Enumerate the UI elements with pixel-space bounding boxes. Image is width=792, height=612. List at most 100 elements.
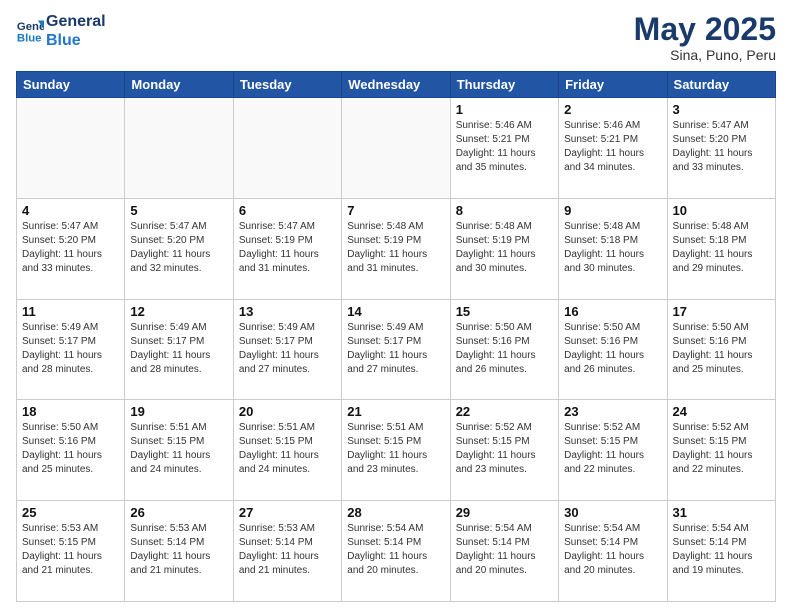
day-number: 18 <box>22 404 119 419</box>
weekday-header-tuesday: Tuesday <box>233 72 341 98</box>
day-info: Sunrise: 5:54 AM Sunset: 5:14 PM Dayligh… <box>347 522 444 578</box>
day-info: Sunrise: 5:51 AM Sunset: 5:15 PM Dayligh… <box>130 421 227 477</box>
calendar-cell: 7 Sunrise: 5:48 AM Sunset: 5:19 PM Daylig… <box>342 198 450 299</box>
logo-general: General <box>46 12 106 31</box>
calendar-cell <box>17 98 125 199</box>
day-number: 8 <box>456 203 553 218</box>
day-info: Sunrise: 5:52 AM Sunset: 5:15 PM Dayligh… <box>564 421 661 477</box>
calendar-cell: 20 Sunrise: 5:51 AM Sunset: 5:15 PM Dayli… <box>233 400 341 501</box>
day-info: Sunrise: 5:51 AM Sunset: 5:15 PM Dayligh… <box>239 421 336 477</box>
calendar-cell: 14Sunrise: 5:49 AM Sunset: 5:17 PM Dayli… <box>342 299 450 400</box>
day-info: Sunrise: 5:54 AM Sunset: 5:14 PM Dayligh… <box>564 522 661 578</box>
weekday-header-monday: Monday <box>125 72 233 98</box>
logo-blue: Blue <box>46 31 106 50</box>
day-info: Sunrise: 5:49 AM Sunset: 5:17 PM Dayligh… <box>239 321 336 377</box>
day-info: Sunrise: 5:52 AM Sunset: 5:15 PM Dayligh… <box>673 421 770 477</box>
calendar-cell: 17Sunrise: 5:50 AM Sunset: 5:16 PM Dayli… <box>667 299 775 400</box>
weekday-header-row: SundayMondayTuesdayWednesdayThursdayFrid… <box>17 72 776 98</box>
day-number: 13 <box>239 304 336 319</box>
week-row-5: 25 Sunrise: 5:53 AM Sunset: 5:15 PM Dayli… <box>17 501 776 602</box>
day-number: 16 <box>564 304 661 319</box>
logo-icon: General Blue <box>16 17 44 45</box>
day-info: Sunrise: 5:47 AM Sunset: 5:20 PM Dayligh… <box>673 119 770 175</box>
day-info: Sunrise: 5:46 AM Sunset: 5:21 PM Dayligh… <box>456 119 553 175</box>
day-info: Sunrise: 5:53 AM Sunset: 5:14 PM Dayligh… <box>130 522 227 578</box>
day-number: 19 <box>130 404 227 419</box>
week-row-1: 1Sunrise: 5:46 AM Sunset: 5:21 PM Daylig… <box>17 98 776 199</box>
day-info: Sunrise: 5:53 AM Sunset: 5:15 PM Dayligh… <box>22 522 119 578</box>
svg-text:Blue: Blue <box>17 33 42 45</box>
calendar-cell: 12 Sunrise: 5:49 AM Sunset: 5:17 PM Dayli… <box>125 299 233 400</box>
weekday-header-saturday: Saturday <box>667 72 775 98</box>
calendar-cell: 27 Sunrise: 5:53 AM Sunset: 5:14 PM Dayli… <box>233 501 341 602</box>
day-info: Sunrise: 5:49 AM Sunset: 5:17 PM Dayligh… <box>130 321 227 377</box>
calendar-cell: 11 Sunrise: 5:49 AM Sunset: 5:17 PM Dayli… <box>17 299 125 400</box>
calendar-cell: 23 Sunrise: 5:52 AM Sunset: 5:15 PM Dayli… <box>559 400 667 501</box>
day-number: 22 <box>456 404 553 419</box>
week-row-3: 11 Sunrise: 5:49 AM Sunset: 5:17 PM Dayli… <box>17 299 776 400</box>
weekday-header-friday: Friday <box>559 72 667 98</box>
calendar-cell: 6 Sunrise: 5:47 AM Sunset: 5:19 PM Daylig… <box>233 198 341 299</box>
calendar-cell: 4Sunrise: 5:47 AM Sunset: 5:20 PM Daylig… <box>17 198 125 299</box>
day-number: 10 <box>673 203 770 218</box>
day-number: 15 <box>456 304 553 319</box>
day-number: 6 <box>239 203 336 218</box>
day-info: Sunrise: 5:48 AM Sunset: 5:18 PM Dayligh… <box>673 220 770 276</box>
calendar-cell <box>233 98 341 199</box>
day-number: 7 <box>347 203 444 218</box>
calendar-cell: 5Sunrise: 5:47 AM Sunset: 5:20 PM Daylig… <box>125 198 233 299</box>
day-info: Sunrise: 5:54 AM Sunset: 5:14 PM Dayligh… <box>673 522 770 578</box>
day-info: Sunrise: 5:53 AM Sunset: 5:14 PM Dayligh… <box>239 522 336 578</box>
header: General Blue General Blue May 2025 Sina,… <box>16 12 776 63</box>
day-number: 11 <box>22 304 119 319</box>
day-info: Sunrise: 5:48 AM Sunset: 5:19 PM Dayligh… <box>347 220 444 276</box>
calendar-cell: 21Sunrise: 5:51 AM Sunset: 5:15 PM Dayli… <box>342 400 450 501</box>
day-number: 24 <box>673 404 770 419</box>
day-number: 25 <box>22 505 119 520</box>
day-info: Sunrise: 5:46 AM Sunset: 5:21 PM Dayligh… <box>564 119 661 175</box>
day-number: 14 <box>347 304 444 319</box>
day-number: 9 <box>564 203 661 218</box>
calendar-cell: 24 Sunrise: 5:52 AM Sunset: 5:15 PM Dayli… <box>667 400 775 501</box>
day-info: Sunrise: 5:49 AM Sunset: 5:17 PM Dayligh… <box>22 321 119 377</box>
day-number: 29 <box>456 505 553 520</box>
calendar-cell: 19 Sunrise: 5:51 AM Sunset: 5:15 PM Dayli… <box>125 400 233 501</box>
day-info: Sunrise: 5:50 AM Sunset: 5:16 PM Dayligh… <box>456 321 553 377</box>
day-number: 28 <box>347 505 444 520</box>
page: General Blue General Blue May 2025 Sina,… <box>0 0 792 612</box>
week-row-4: 18 Sunrise: 5:50 AM Sunset: 5:16 PM Dayli… <box>17 400 776 501</box>
calendar-cell <box>342 98 450 199</box>
day-info: Sunrise: 5:50 AM Sunset: 5:16 PM Dayligh… <box>564 321 661 377</box>
day-number: 12 <box>130 304 227 319</box>
calendar-cell: 26 Sunrise: 5:53 AM Sunset: 5:14 PM Dayli… <box>125 501 233 602</box>
day-info: Sunrise: 5:51 AM Sunset: 5:15 PM Dayligh… <box>347 421 444 477</box>
day-number: 23 <box>564 404 661 419</box>
day-info: Sunrise: 5:47 AM Sunset: 5:20 PM Dayligh… <box>22 220 119 276</box>
calendar-cell: 8 Sunrise: 5:48 AM Sunset: 5:19 PM Daylig… <box>450 198 558 299</box>
day-info: Sunrise: 5:48 AM Sunset: 5:19 PM Dayligh… <box>456 220 553 276</box>
day-number: 20 <box>239 404 336 419</box>
calendar-cell: 13 Sunrise: 5:49 AM Sunset: 5:17 PM Dayli… <box>233 299 341 400</box>
calendar-cell: 16 Sunrise: 5:50 AM Sunset: 5:16 PM Dayli… <box>559 299 667 400</box>
calendar-cell: 15 Sunrise: 5:50 AM Sunset: 5:16 PM Dayli… <box>450 299 558 400</box>
calendar-cell <box>125 98 233 199</box>
day-info: Sunrise: 5:47 AM Sunset: 5:20 PM Dayligh… <box>130 220 227 276</box>
title-block: May 2025 Sina, Puno, Peru <box>634 12 776 63</box>
day-number: 27 <box>239 505 336 520</box>
calendar-cell: 25 Sunrise: 5:53 AM Sunset: 5:15 PM Dayli… <box>17 501 125 602</box>
day-number: 2 <box>564 102 661 117</box>
calendar-cell: 31 Sunrise: 5:54 AM Sunset: 5:14 PM Dayli… <box>667 501 775 602</box>
calendar-cell: 9Sunrise: 5:48 AM Sunset: 5:18 PM Daylig… <box>559 198 667 299</box>
calendar-cell: 3Sunrise: 5:47 AM Sunset: 5:20 PM Daylig… <box>667 98 775 199</box>
day-number: 30 <box>564 505 661 520</box>
day-info: Sunrise: 5:47 AM Sunset: 5:19 PM Dayligh… <box>239 220 336 276</box>
day-info: Sunrise: 5:50 AM Sunset: 5:16 PM Dayligh… <box>22 421 119 477</box>
day-number: 26 <box>130 505 227 520</box>
calendar-cell: 22Sunrise: 5:52 AM Sunset: 5:15 PM Dayli… <box>450 400 558 501</box>
location-subtitle: Sina, Puno, Peru <box>634 47 776 63</box>
day-number: 17 <box>673 304 770 319</box>
weekday-header-wednesday: Wednesday <box>342 72 450 98</box>
logo: General Blue General Blue <box>16 12 106 50</box>
day-number: 31 <box>673 505 770 520</box>
weekday-header-thursday: Thursday <box>450 72 558 98</box>
